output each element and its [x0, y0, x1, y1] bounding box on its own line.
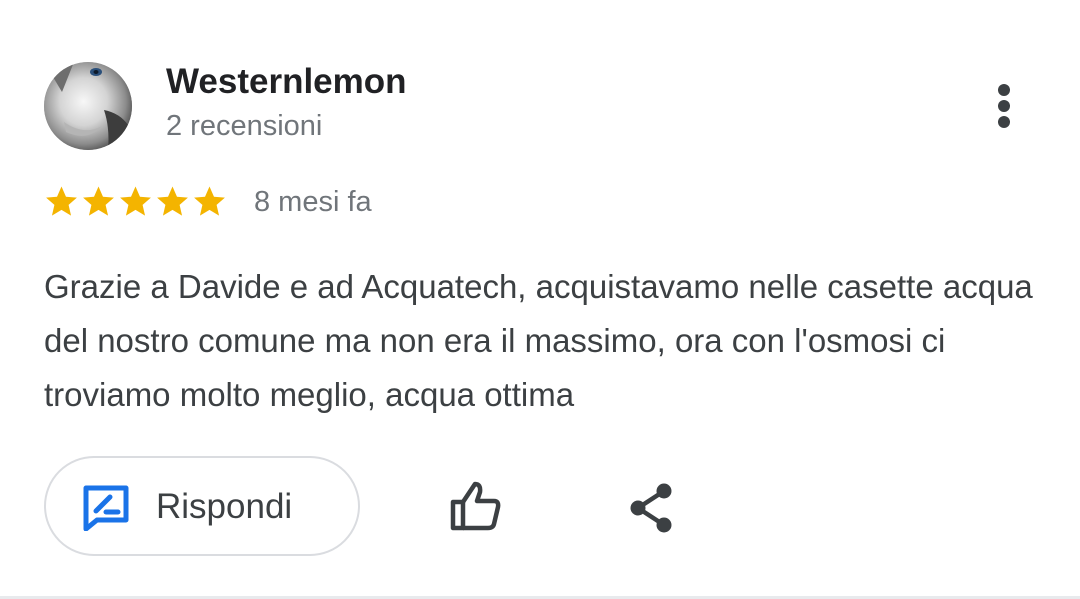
star-icon — [83, 186, 114, 216]
avatar-husky-image — [44, 62, 132, 150]
star-icon — [157, 186, 188, 216]
reply-label: Rispondi — [156, 487, 293, 526]
review-text: Grazie a Davide e ad Acquatech, acquista… — [44, 268, 1033, 413]
reviewer-name[interactable]: Westernlemon — [166, 62, 407, 102]
star-icon — [194, 186, 225, 216]
more-options-button[interactable] — [980, 80, 1028, 132]
star-icon — [120, 186, 151, 216]
thumb-up-icon — [450, 481, 501, 531]
reply-edit-icon — [83, 485, 129, 531]
star-icon — [46, 186, 77, 216]
reviewer-review-count: 2 recensioni — [166, 110, 323, 142]
share-icon — [630, 483, 672, 533]
star-rating — [43, 183, 228, 223]
reply-button[interactable]: Rispondi — [44, 456, 360, 556]
review-date: 8 mesi fa — [254, 186, 372, 218]
share-button[interactable] — [626, 482, 676, 534]
like-button[interactable] — [448, 480, 504, 532]
avatar[interactable] — [44, 62, 132, 150]
